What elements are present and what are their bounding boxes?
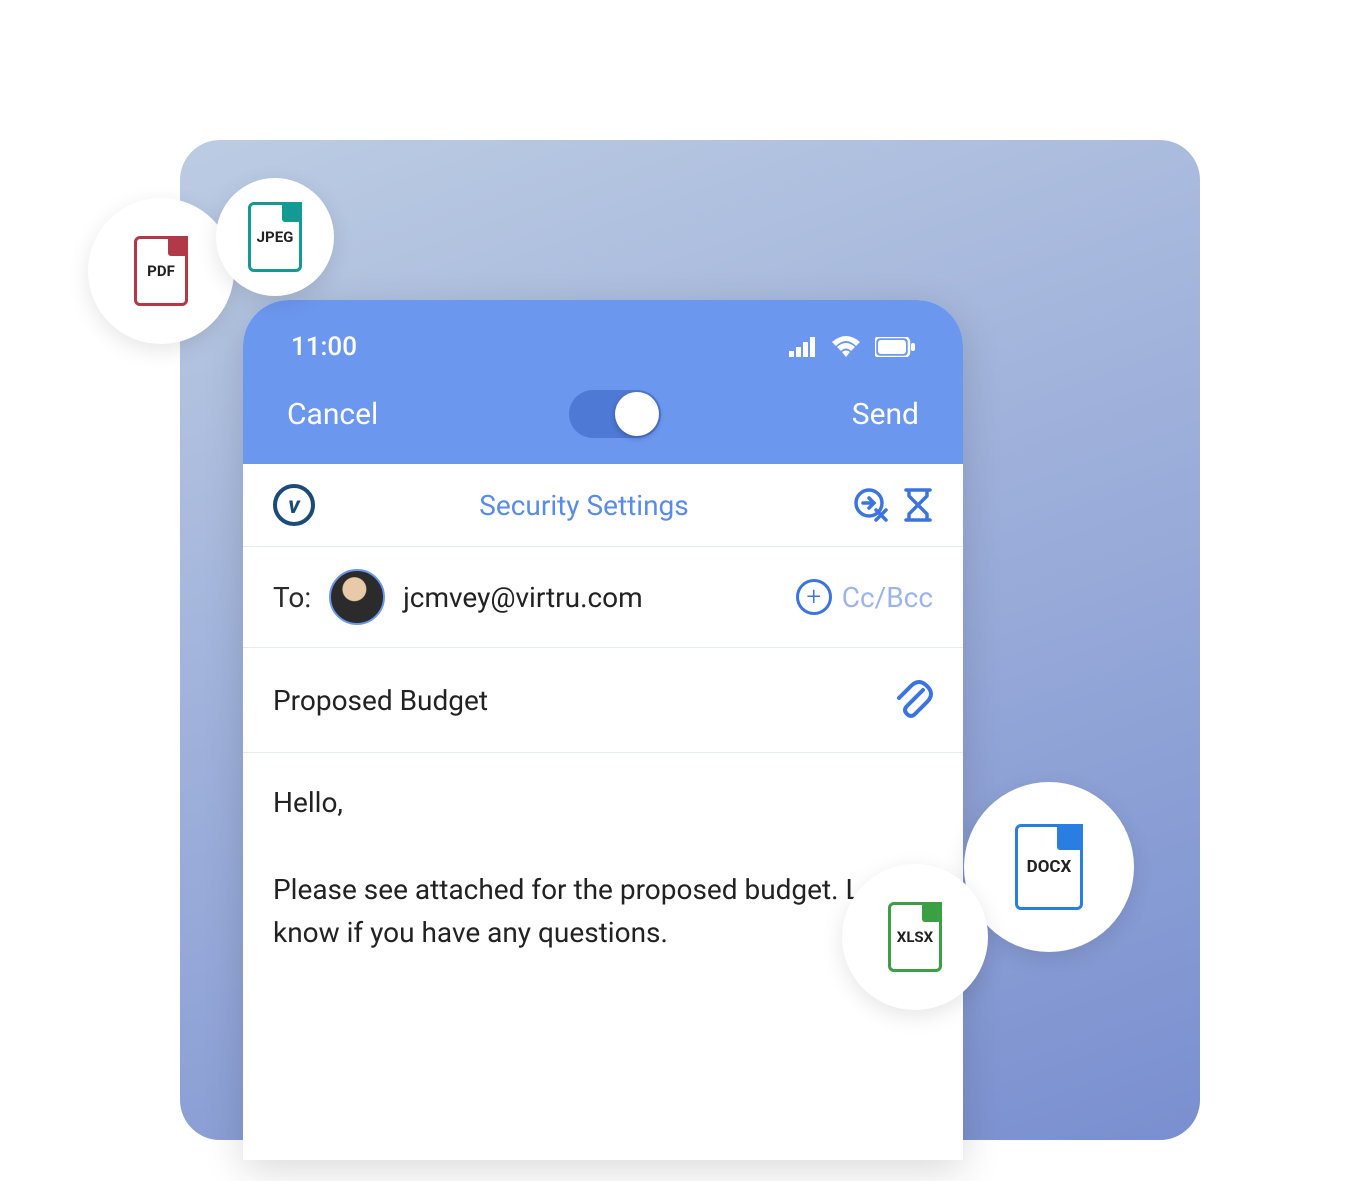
phone-header: 11:00 Cancel Send	[243, 300, 963, 464]
disable-forward-icon[interactable]	[853, 487, 889, 523]
security-settings-label: Security Settings	[479, 489, 688, 522]
send-button[interactable]: Send	[852, 397, 919, 432]
ccbcc-group: + Cc/Bcc	[796, 579, 933, 615]
recipient-email[interactable]: jcmvey@virtru.com	[403, 581, 778, 614]
cellular-icon	[789, 337, 817, 357]
plus-icon: +	[806, 582, 821, 612]
virtru-logo-icon: v	[273, 484, 315, 526]
status-bar: 11:00	[243, 332, 963, 380]
pdf-file-icon: PDF	[134, 236, 188, 306]
file-badge-docx: DOCX	[964, 782, 1134, 952]
battery-icon	[875, 337, 915, 357]
attachment-icon[interactable]	[893, 678, 933, 722]
to-label: To:	[273, 581, 311, 614]
xlsx-label: XLSX	[897, 928, 933, 946]
status-time: 11:00	[291, 332, 357, 362]
ccbcc-button[interactable]: Cc/Bcc	[842, 581, 933, 614]
subject-row: Proposed Budget	[243, 648, 963, 753]
nav-bar: Cancel Send	[243, 380, 963, 464]
subject-input[interactable]: Proposed Budget	[273, 684, 488, 717]
security-settings-row[interactable]: v Security Settings	[243, 464, 963, 547]
recipient-avatar[interactable]	[329, 569, 385, 625]
status-icons	[789, 336, 915, 358]
xlsx-file-icon: XLSX	[888, 902, 942, 972]
pdf-label: PDF	[147, 262, 175, 280]
expiration-icon[interactable]	[903, 487, 933, 523]
docx-label: DOCX	[1027, 857, 1072, 877]
file-badge-pdf: PDF	[88, 198, 234, 344]
encryption-toggle[interactable]	[569, 390, 661, 438]
docx-file-icon: DOCX	[1015, 824, 1083, 910]
security-option-icons	[853, 487, 933, 523]
cancel-button[interactable]: Cancel	[287, 397, 378, 432]
toggle-thumb	[615, 392, 659, 436]
wifi-icon	[831, 336, 861, 358]
add-recipient-button[interactable]: +	[796, 579, 832, 615]
jpeg-file-icon: JPEG	[248, 202, 302, 272]
file-badge-jpeg: JPEG	[216, 178, 334, 296]
jpeg-label: JPEG	[257, 228, 294, 246]
to-row: To: jcmvey@virtru.com + Cc/Bcc	[243, 547, 963, 648]
file-badge-xlsx: XLSX	[842, 864, 988, 1010]
phone-frame: 11:00 Cancel Send v Security Settings To…	[243, 300, 963, 1160]
